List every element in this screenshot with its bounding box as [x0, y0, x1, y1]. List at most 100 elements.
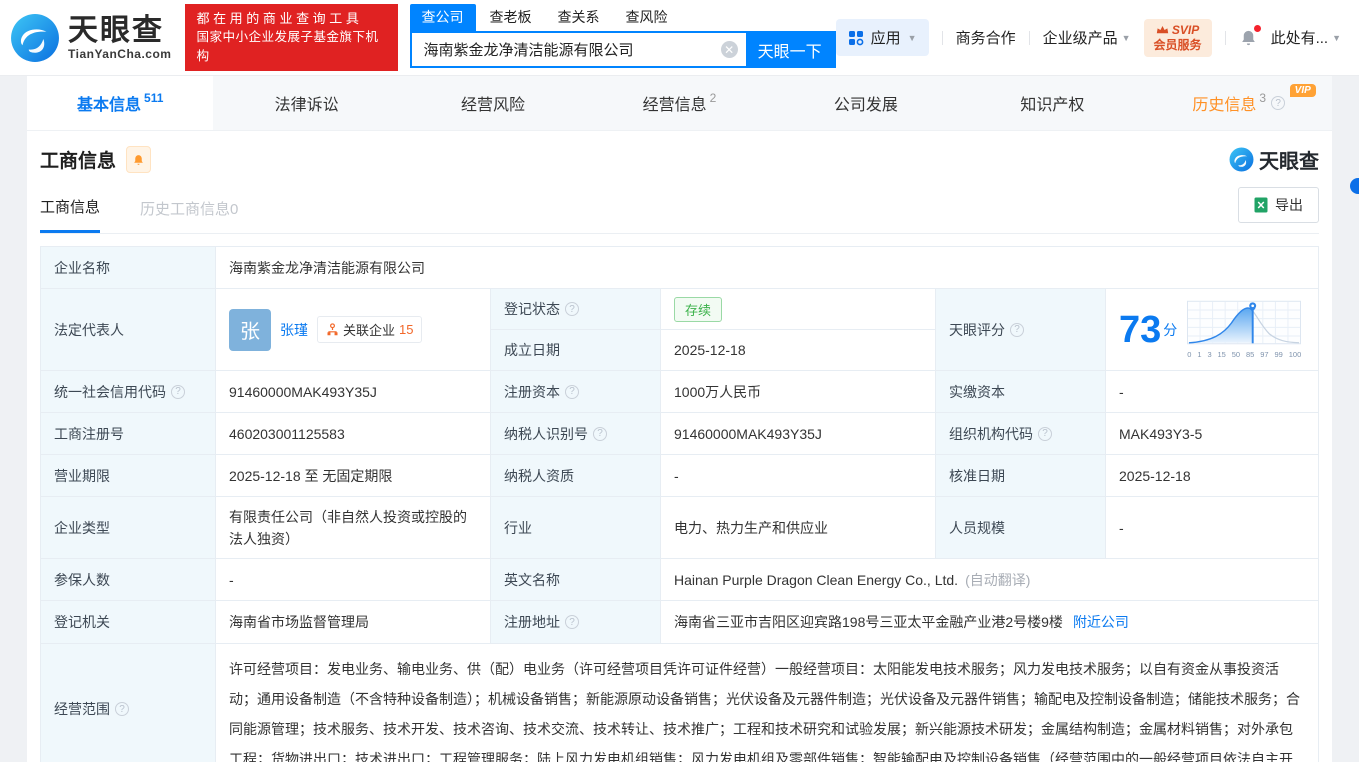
search-input[interactable]: [412, 33, 746, 66]
field-value-registry-authority: 海南省市场监督管理局: [216, 601, 491, 644]
related-companies-badge[interactable]: 关联企业 15: [317, 316, 422, 343]
field-label-approve-date: 核准日期: [936, 455, 1106, 497]
help-icon[interactable]: ?: [565, 385, 579, 399]
field-value-tyc-score[interactable]: 73 分: [1106, 289, 1319, 371]
field-label-staff-size: 人员规模: [936, 497, 1106, 559]
field-label-taxpayer-quality: 纳税人资质: [491, 455, 661, 497]
tab-company-development[interactable]: 公司发展: [773, 76, 959, 130]
help-icon[interactable]: ?: [565, 615, 579, 629]
notification-bell-icon[interactable]: [1239, 28, 1258, 48]
search-button[interactable]: 天眼一下: [746, 33, 834, 66]
field-value-business-term: 2025-12-18 至 无固定期限: [216, 455, 491, 497]
field-value-english-name: Hainan Purple Dragon Clean Energy Co., L…: [661, 559, 1319, 601]
tab-history-info[interactable]: VIP 历史信息 3 ?: [1146, 76, 1332, 130]
slogan-line1: 都在用的商业查询工具: [196, 9, 386, 28]
tab-basic-info[interactable]: 基本信息 511: [27, 76, 213, 130]
help-icon[interactable]: ?: [565, 302, 579, 316]
help-icon[interactable]: ?: [593, 427, 607, 441]
field-value-credit-code: 91460000MAK493Y35J: [216, 371, 491, 413]
field-value-insured-number: -: [216, 559, 491, 601]
tianyancha-logo-icon: [1229, 147, 1254, 172]
field-label-english-name: 英文名称: [491, 559, 661, 601]
export-button[interactable]: 导出: [1238, 187, 1319, 223]
business-cooperation-label: 商务合作: [956, 27, 1016, 48]
field-value-business-scope: 许可经营项目：发电业务、输电业务、供（配）电业务（许可经营项目凭许可证件经营）一…: [216, 644, 1319, 762]
user-more-label: 此处有...: [1271, 27, 1329, 48]
help-icon[interactable]: ?: [115, 702, 129, 716]
tab-label: 经营信息: [643, 91, 707, 115]
search-tab-risk[interactable]: 查风险: [614, 4, 680, 31]
tab-label: 公司发展: [834, 91, 898, 115]
user-more-menu[interactable]: 此处有... ▼: [1271, 27, 1341, 48]
tab-count: 511: [144, 91, 163, 105]
search-tab-relation[interactable]: 查关系: [546, 4, 612, 31]
tab-label: 历史信息: [1192, 91, 1256, 115]
slogan-line2: 国家中小企业发展子基金旗下机构: [196, 28, 386, 66]
legal-rep-avatar[interactable]: 张: [229, 309, 271, 351]
status-badge: 存续: [674, 297, 722, 322]
tab-count: 2: [710, 91, 717, 105]
tab-legal-proceedings[interactable]: 法律诉讼: [213, 76, 399, 130]
related-companies-label: 关联企业: [343, 320, 395, 339]
nearby-companies-link[interactable]: 附近公司: [1073, 612, 1129, 632]
help-icon[interactable]: ?: [171, 385, 185, 399]
search-tabs: 查公司 查老板 查关系 查风险: [410, 7, 836, 31]
enterprise-products-label: 企业级产品: [1043, 27, 1118, 48]
crown-icon: [1156, 25, 1169, 35]
field-label-establish-date: 成立日期: [491, 330, 661, 371]
enterprise-products-link[interactable]: 企业级产品 ▼: [1043, 27, 1131, 48]
help-icon[interactable]: ?: [1038, 427, 1052, 441]
field-label-business-scope: 经营范围?: [41, 644, 216, 762]
field-label-company-name: 企业名称: [41, 247, 216, 289]
search-tab-boss[interactable]: 查老板: [478, 4, 544, 31]
field-value-registration-number: 460203001125583: [216, 413, 491, 455]
clear-search-icon[interactable]: ✕: [721, 41, 738, 58]
business-info-table: 企业名称 海南紫金龙净清洁能源有限公司 法定代表人 张 张瑾 关联企业 15: [40, 246, 1319, 762]
related-companies-count: 15: [399, 322, 413, 337]
tab-business-info[interactable]: 经营信息 2: [586, 76, 772, 130]
tab-intellectual-property[interactable]: 知识产权: [959, 76, 1145, 130]
score-axis-ticks: 0131550859799100: [1187, 350, 1301, 359]
tab-label: 法律诉讼: [275, 91, 339, 115]
field-value-staff-size: -: [1106, 497, 1319, 559]
logo-texts: 天眼查 TianYanCha.com: [68, 15, 171, 61]
subtab-business-registration[interactable]: 工商信息: [40, 184, 100, 233]
svip-member-service[interactable]: SVIP 会员服务: [1144, 19, 1212, 57]
field-label-org-code: 组织机构代码?: [936, 413, 1106, 455]
header-right-nav: 应用 ▼ 商务合作 企业级产品 ▼ SVIP 会员服务: [836, 19, 1341, 57]
field-value-taxpayer-quality: -: [661, 455, 936, 497]
vip-badge: VIP: [1290, 84, 1316, 97]
tab-operational-risk[interactable]: 经营风险: [400, 76, 586, 130]
chevron-down-icon: ▼: [1122, 33, 1131, 43]
search-tab-company[interactable]: 查公司: [410, 4, 476, 31]
field-label-registration-number: 工商注册号: [41, 413, 216, 455]
svip-label: SVIP: [1172, 23, 1199, 38]
tianyancha-logo[interactable]: 天眼查 TianYanCha.com: [10, 13, 171, 63]
field-label-registered-capital: 注册资本?: [491, 371, 661, 413]
field-value-establish-date: 2025-12-18: [661, 330, 936, 371]
search-box: ✕ 天眼一下: [410, 31, 836, 68]
svip-sublabel: 会员服务: [1154, 38, 1202, 53]
top-header: 天眼查 TianYanCha.com 都在用的商业查询工具 国家中小企业发展子基…: [0, 0, 1359, 76]
field-label-paid-capital: 实缴资本: [936, 371, 1106, 413]
subtab-history-registration[interactable]: 历史工商信息0: [140, 186, 238, 232]
field-value-company-name: 海南紫金龙净清洁能源有限公司: [216, 247, 1319, 289]
help-icon[interactable]: ?: [1271, 96, 1285, 110]
divider: [1225, 31, 1226, 45]
brand-slogan-badge: 都在用的商业查询工具 国家中小企业发展子基金旗下机构: [185, 4, 397, 71]
corner-watermark-logo: 天眼查: [1229, 145, 1319, 174]
monitor-bell-icon[interactable]: [126, 146, 151, 173]
field-value-approve-date: 2025-12-18: [1106, 455, 1319, 497]
floating-widget[interactable]: [1350, 178, 1359, 194]
business-cooperation-link[interactable]: 商务合作: [956, 27, 1016, 48]
field-label-insured-number: 参保人数: [41, 559, 216, 601]
field-value-taxpayer-id: 91460000MAK493Y35J: [661, 413, 936, 455]
field-label-registry-authority: 登记机关: [41, 601, 216, 644]
apps-label: 应用: [871, 27, 901, 48]
help-icon[interactable]: ?: [1010, 323, 1024, 337]
apps-menu[interactable]: 应用 ▼: [836, 19, 929, 56]
export-label: 导出: [1275, 195, 1303, 215]
chevron-down-icon: ▼: [1332, 33, 1341, 43]
tyc-score-unit: 分: [1163, 320, 1177, 340]
legal-rep-name-link[interactable]: 张瑾: [280, 320, 308, 340]
